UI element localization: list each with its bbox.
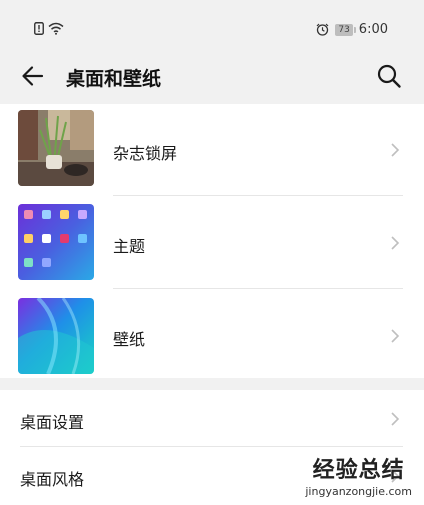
status-bar: 73 6:00 [0, 0, 424, 52]
wallpaper-thumbnail [18, 298, 94, 374]
alarm-icon [316, 23, 329, 36]
appearance-section: 杂志锁屏 主题 壁纸 [0, 104, 424, 378]
app-header: 桌面和壁纸 [0, 52, 424, 100]
watermark: 经验总结 jingyanzongjie.com [305, 452, 412, 498]
chevron-right-icon [391, 329, 400, 343]
list-item-theme[interactable]: 主题 [0, 196, 424, 289]
list-item-label: 桌面设置 [20, 413, 85, 432]
back-arrow-icon[interactable] [20, 63, 46, 89]
list-item-desktop-settings[interactable]: 桌面设置 [0, 390, 424, 446]
status-time: 6:00 [358, 22, 388, 37]
battery-icon: 73 [335, 23, 357, 36]
chevron-right-icon [391, 143, 400, 157]
status-right-icons: 73 6:00 [316, 22, 388, 37]
chevron-right-icon [391, 412, 400, 426]
list-item-label: 桌面风格 [20, 470, 85, 489]
chevron-right-icon [391, 236, 400, 250]
sim-alert-icon [34, 22, 44, 35]
page-title: 桌面和壁纸 [66, 68, 162, 90]
wifi-icon [48, 22, 64, 35]
watermark-title: 经验总结 [312, 458, 405, 483]
list-item-label: 主题 [113, 237, 146, 256]
theme-thumbnail [18, 204, 94, 280]
magazine-lockscreen-thumbnail [18, 110, 94, 186]
search-icon[interactable] [376, 63, 402, 89]
list-item-label: 杂志锁屏 [113, 144, 178, 163]
list-item-wallpaper[interactable]: 壁纸 [0, 289, 424, 378]
list-item-magazine-lockscreen[interactable]: 杂志锁屏 [0, 104, 424, 196]
watermark-url: jingyanzongjie.com [305, 485, 412, 498]
list-item-label: 壁纸 [113, 330, 146, 349]
status-left-icons [34, 22, 64, 35]
